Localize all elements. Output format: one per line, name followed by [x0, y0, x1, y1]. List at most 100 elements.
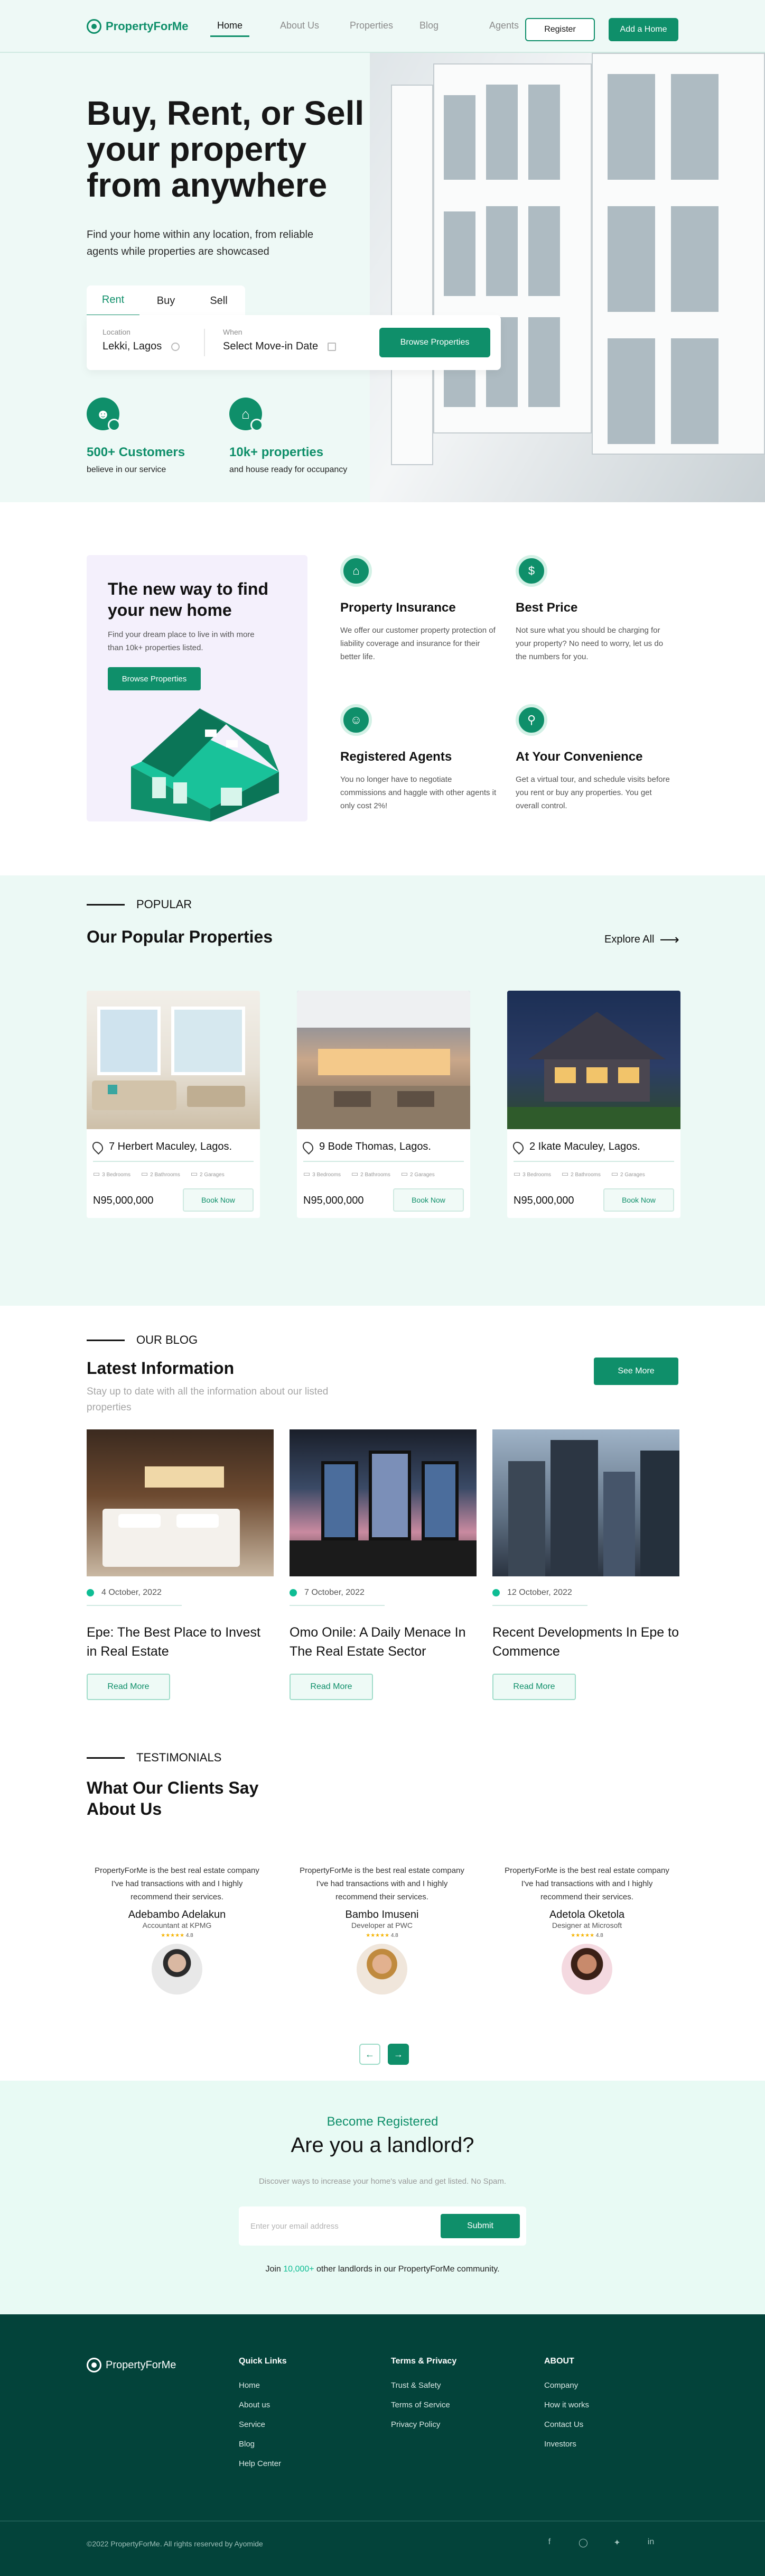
agent-icon: ☺	[340, 704, 372, 736]
footer-link-terms[interactable]: Terms of Service	[391, 2400, 456, 2409]
footer-link-contact[interactable]: Contact Us	[544, 2420, 589, 2429]
top-nav: PropertyForMe Home About Us Properties B…	[0, 0, 765, 53]
nav-about[interactable]: About Us	[280, 20, 350, 37]
footer-logo[interactable]: PropertyForMe	[87, 2358, 176, 2372]
property-card[interactable]: 9 Bode Thomas, Lagos. 3 Bedrooms 2 Bathr…	[297, 991, 470, 1218]
property-card[interactable]: 7 Herbert Maculey, Lagos. 3 Bedrooms 2 B…	[87, 991, 260, 1218]
house-icon: ⌂	[229, 398, 263, 431]
arrow-right-icon[interactable]: →	[388, 2044, 409, 2065]
page: Buy, Rent, or Sell your property from an…	[0, 0, 765, 2576]
eyebrow-text: POPULAR	[136, 898, 192, 911]
stat-customers: ☻ 500+ Customers believe in our service	[87, 398, 185, 475]
instagram-icon[interactable]: ◯	[578, 2537, 589, 2548]
logo-icon	[87, 2358, 101, 2372]
amenities: 3 Bedrooms 2 Bathrooms 2 Garages	[93, 1169, 225, 1178]
card-divider	[93, 1161, 254, 1162]
register-button[interactable]: Register	[525, 18, 595, 41]
move-in-date-field[interactable]: When Select Move-in Date	[223, 328, 337, 353]
feature-title: Best Price	[516, 601, 578, 615]
nav-blog[interactable]: Blog	[419, 20, 489, 37]
twitter-icon[interactable]: ✦	[612, 2537, 622, 2548]
rating-value: 4.8	[390, 1933, 398, 1938]
date-divider	[87, 1605, 182, 1606]
footer-brand: PropertyForMe	[106, 2359, 176, 2371]
card-divider	[514, 1161, 674, 1162]
read-more-button[interactable]: Read More	[290, 1674, 373, 1700]
facebook-icon[interactable]: f	[544, 2537, 555, 2548]
submit-button[interactable]: Submit	[441, 2214, 520, 2238]
read-more-button[interactable]: Read More	[87, 1674, 170, 1700]
eyebrow-text: TESTIMONIALS	[136, 1751, 222, 1764]
testimonial-card: PropertyForMe is the best real estate co…	[295, 1864, 469, 1995]
footer: PropertyForMe Quick Links Home About us …	[0, 2314, 765, 2576]
copyright: ©2022 PropertyForMe. All rights reserved…	[87, 2540, 263, 2548]
bedrooms-label: 3 Bedrooms	[303, 1169, 341, 1178]
footer-quick-links: Quick Links Home About us Service Blog H…	[239, 2357, 287, 2479]
book-now-button[interactable]: Book Now	[183, 1188, 254, 1212]
search-divider	[204, 329, 205, 356]
arrow-right-icon: ⟶	[659, 931, 679, 947]
footer-link-blog[interactable]: Blog	[239, 2440, 287, 2449]
property-card[interactable]: 2 Ikate Maculey, Lagos. 3 Bedrooms 2 Bat…	[507, 991, 680, 1218]
post-date: 4 October, 2022	[101, 1588, 162, 1597]
footer-link-privacy[interactable]: Privacy Policy	[391, 2420, 456, 2429]
join-suffix: other landlords in our PropertyForMe com…	[316, 2265, 500, 2274]
tab-sell[interactable]: Sell	[192, 285, 245, 316]
brand-logo[interactable]: PropertyForMe	[87, 19, 188, 34]
feature-title: Property Insurance	[340, 601, 456, 615]
footer-link-trust[interactable]: Trust & Safety	[391, 2381, 456, 2390]
testimonial-role: Developer at PWC	[351, 1921, 413, 1929]
nav-links: Home About Us Properties Blog Agents	[210, 20, 559, 37]
footer-link-investors[interactable]: Investors	[544, 2440, 589, 2449]
explore-all-link[interactable]: Explore All ⟶	[604, 931, 679, 948]
feature-property-insurance: ⌂ Property Insurance We offer our custom…	[340, 555, 515, 663]
footer-link-home[interactable]: Home	[239, 2381, 287, 2390]
browse-properties-button[interactable]: Browse Properties	[379, 328, 490, 357]
search-tabs: Rent Buy Sell	[87, 285, 245, 316]
footer-link-about[interactable]: About us	[239, 2400, 287, 2409]
footer-link-company[interactable]: Company	[544, 2381, 589, 2390]
footer-terms: Terms & Privacy Trust & Safety Terms of …	[391, 2357, 456, 2440]
book-now-button[interactable]: Book Now	[393, 1188, 464, 1212]
join-count: 10,000+	[283, 2265, 314, 2274]
footer-link-service[interactable]: Service	[239, 2420, 287, 2429]
stat-number: 10k+ properties	[229, 445, 324, 459]
blog-post-image	[87, 1429, 274, 1576]
blog-post-card[interactable]: 12 October, 2022 Recent Developments In …	[492, 1429, 679, 1700]
property-address: 9 Bode Thomas, Lagos.	[319, 1141, 431, 1152]
promo-title: The new way to find your new home	[108, 579, 269, 620]
add-home-button[interactable]: Add a Home	[609, 18, 678, 41]
read-more-button[interactable]: Read More	[492, 1674, 576, 1700]
popular-eyebrow: POPULAR	[87, 898, 192, 911]
footer-col-title: Quick Links	[239, 2357, 287, 2366]
footer-link-how[interactable]: How it works	[544, 2400, 589, 2409]
tab-rent[interactable]: Rent	[87, 285, 139, 316]
features-section: The new way to find your new home Find y…	[0, 502, 765, 875]
testimonial-card: PropertyForMe is the best real estate co…	[500, 1864, 674, 1995]
blog-post-card[interactable]: 4 October, 2022 Epe: The Best Place to I…	[87, 1429, 274, 1700]
book-now-button[interactable]: Book Now	[603, 1188, 674, 1212]
blog-eyebrow: OUR BLOG	[87, 1333, 198, 1347]
footer-about: ABOUT Company How it works Contact Us In…	[544, 2357, 589, 2459]
calendar-icon	[328, 342, 337, 351]
amenities: 3 Bedrooms 2 Bathrooms 2 Garages	[303, 1169, 435, 1178]
see-more-button[interactable]: See More	[594, 1358, 678, 1385]
location-field[interactable]: Location Lekki, Lagos	[102, 328, 180, 353]
blog-post-card[interactable]: 7 October, 2022 Omo Onile: A Daily Menac…	[290, 1429, 477, 1700]
landlord-register-section: Become Registered Are you a landlord? Di…	[0, 2081, 765, 2314]
price-tag-icon: $	[516, 555, 547, 587]
tab-buy[interactable]: Buy	[139, 285, 192, 316]
arrow-left-icon[interactable]: ←	[359, 2044, 380, 2065]
linkedin-icon[interactable]: in	[646, 2537, 656, 2548]
location-pin-icon	[300, 1139, 316, 1155]
blog-post-image	[492, 1429, 679, 1576]
email-field[interactable]	[250, 2217, 419, 2235]
hero-subtitle: Find your home within any location, from…	[87, 229, 314, 257]
promo-browse-button[interactable]: Browse Properties	[108, 667, 201, 690]
social-links: f ◯ ✦ in	[544, 2537, 656, 2548]
nav-home[interactable]: Home	[210, 20, 249, 37]
feature-text: You no longer have to negotiate commissi…	[340, 775, 497, 810]
nav-properties[interactable]: Properties	[350, 20, 419, 37]
footer-link-help[interactable]: Help Center	[239, 2459, 287, 2468]
testimonial-quote: PropertyForMe is the best real estate co…	[95, 1866, 259, 1901]
